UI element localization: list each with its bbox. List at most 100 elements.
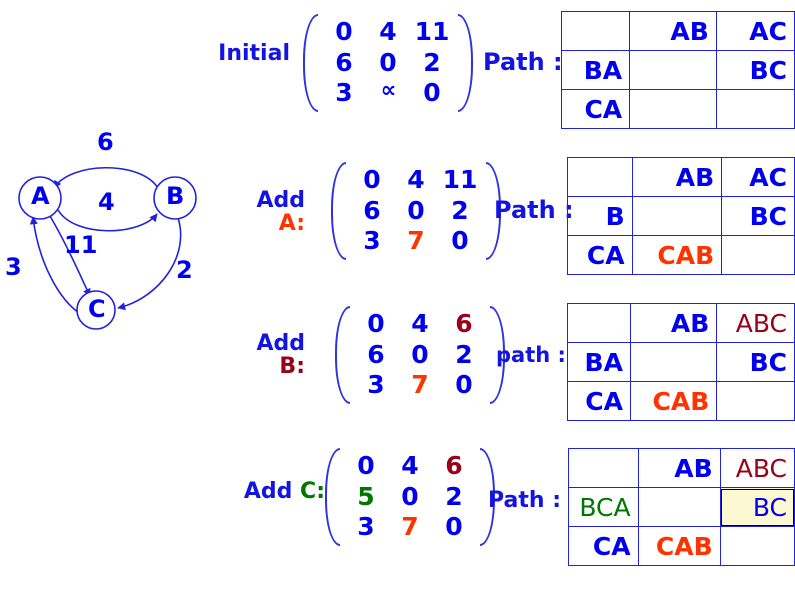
matrix-cell: 2: [451, 195, 469, 225]
matrix-cell-infinity: ∝: [380, 78, 397, 103]
edge-weight-ac: 11: [64, 231, 98, 259]
step-caption-line1: Initial: [218, 41, 290, 66]
path-table-add-b: AB ABC BA BC CA CAB: [567, 303, 795, 421]
table-row: BA BC: [560, 50, 795, 90]
distance-matrix-initial: 0 4 11 6 0 2 3 ∝ 0: [303, 14, 473, 112]
path-cell: CA: [568, 526, 639, 566]
path-table-label: Path :: [483, 48, 563, 76]
path-cell: BC: [721, 196, 795, 236]
table-row: AB ABC: [568, 448, 795, 488]
matrix-cell-updated: 5: [357, 481, 375, 511]
path-cell: CA: [567, 381, 631, 421]
step-caption-initial: Initial: [120, 42, 290, 65]
step-caption-line2: B:: [279, 354, 305, 380]
matrix-cell: 4: [401, 451, 419, 480]
matrix-bracket-left: [303, 14, 318, 112]
path-table-label: path :: [496, 343, 566, 367]
matrix-cell: 3: [335, 78, 353, 107]
path-cell: AB: [629, 11, 717, 51]
path-table-add-a: AB AC B BC CA CAB: [567, 157, 795, 275]
edge-weight-ca: 3: [5, 253, 22, 281]
matrix-grid: 0 4 11 6 0 2 3 7 0: [346, 162, 486, 260]
matrix-grid: 0 4 11 6 0 2 3 ∝ 0: [318, 14, 458, 112]
step-caption-text: Add C:: [243, 479, 325, 504]
distance-matrix-add-a: 0 4 11 6 0 2 3 7 0: [331, 162, 501, 260]
table-row: B BC: [567, 196, 795, 236]
path-cell-updated: CAB: [637, 526, 721, 566]
matrix-cell-updated: 7: [407, 226, 425, 255]
path-cell-text: CAB: [652, 386, 710, 416]
matrix-cell: 7: [401, 512, 419, 541]
path-table-label: Path :: [488, 488, 562, 513]
matrix-bracket-left: [325, 448, 340, 546]
graph-node-label-a: A: [31, 182, 50, 210]
table-row: BA BC: [567, 342, 795, 382]
matrix-cell: 4: [411, 309, 429, 338]
path-cell: CA: [560, 89, 631, 129]
matrix-cell: 6: [445, 451, 463, 480]
path-table-initial: AB AC BA BC CA: [560, 11, 795, 129]
table-row: CA CAB: [567, 235, 795, 275]
path-cell-updated: CAB: [629, 381, 718, 421]
matrix-cell: 0: [411, 339, 429, 369]
step-caption-line1: Add: [256, 188, 305, 213]
path-cell: BC: [716, 342, 795, 382]
matrix-cell: 4: [407, 165, 425, 194]
path-cell-text: BC: [752, 492, 787, 522]
path-table-label: Path :: [494, 196, 574, 224]
path-cell: [637, 487, 721, 527]
table-row: AB AC: [567, 157, 795, 197]
matrix-cell: 2: [423, 47, 441, 77]
path-cell: CA: [567, 235, 633, 275]
matrix-cell: 7: [411, 370, 429, 399]
graph-node-label-c: C: [88, 295, 106, 323]
step-caption-add-c: Add C:: [150, 480, 325, 503]
matrix-grid: 0 4 6 5 0 2 3 7 0: [340, 448, 480, 546]
matrix-cell: 6: [363, 195, 381, 225]
table-row: CA CAB: [567, 381, 795, 421]
edge-b-to-a: [53, 166, 159, 189]
matrix-bracket-right: [458, 14, 473, 112]
matrix-cell: 0: [423, 78, 441, 107]
step-caption-line2: A:: [278, 211, 305, 237]
path-cell: AC: [715, 11, 795, 51]
path-cell: AC: [721, 157, 795, 197]
path-cell: [629, 50, 717, 90]
matrix-cell: 3: [367, 370, 385, 399]
matrix-bracket-left: [331, 162, 346, 260]
path-cell: CAB: [631, 235, 723, 275]
matrix-bracket-left: [335, 306, 350, 404]
table-row: AB AC: [560, 11, 795, 51]
matrix-cell: 0: [363, 165, 381, 194]
matrix-cell: 6: [367, 339, 385, 369]
matrix-grid: 0 4 6 6 0 2 3 7 0: [350, 306, 490, 404]
path-cell: AB: [629, 303, 718, 343]
table-row: CA CAB: [568, 526, 795, 566]
step-caption-line1: Add: [256, 331, 305, 356]
edge-weight-ba: 6: [97, 128, 114, 156]
distance-matrix-add-b: 0 4 6 6 0 2 3 7 0: [335, 306, 505, 404]
path-cell-text: BCA: [579, 492, 631, 522]
path-cell: BC: [715, 50, 795, 90]
path-cell: B: [567, 196, 633, 236]
path-cell: [567, 303, 631, 343]
path-cell: BA: [567, 342, 631, 382]
path-cell: AB: [631, 157, 723, 197]
matrix-cell: 3: [363, 226, 381, 255]
path-cell: [716, 381, 795, 421]
path-cell-highlighted: BC: [719, 487, 795, 527]
path-cell: BA: [560, 50, 631, 90]
table-row: BCA BC: [568, 487, 795, 527]
edge-weight-ab: 4: [98, 188, 115, 216]
path-cell: [629, 342, 718, 382]
path-cell: [560, 11, 631, 51]
matrix-cell: 0: [357, 451, 375, 480]
path-cell: [631, 196, 723, 236]
matrix-cell: 4: [379, 17, 397, 46]
table-row: AB ABC: [567, 303, 795, 343]
matrix-cell: 2: [455, 339, 473, 369]
matrix-cell: 0: [445, 512, 463, 541]
path-cell: [719, 526, 795, 566]
matrix-cell: 11: [442, 165, 478, 194]
matrix-cell: 3: [357, 512, 375, 541]
